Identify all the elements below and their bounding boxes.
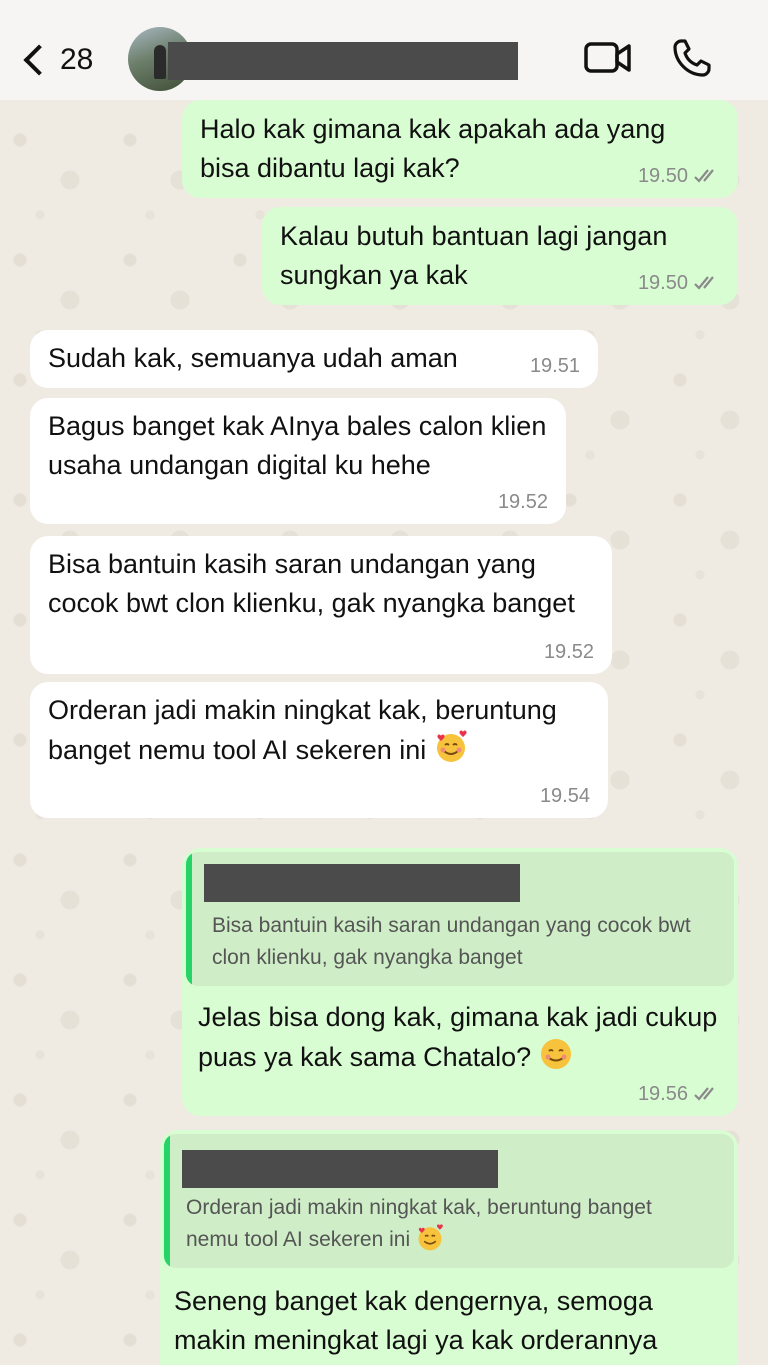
smiling-face-with-hearts-emoji (418, 1224, 443, 1251)
message-meta: 19.50 (638, 164, 720, 188)
message-text: Jelas bisa dong kak, gimana kak jadi cuk… (198, 998, 722, 1077)
message-text-body: Jelas bisa dong kak, gimana kak jadi cuk… (198, 1002, 718, 1072)
message-bubble-incoming[interactable]: Orderan jadi makin ningkat kak, beruntun… (30, 682, 608, 818)
chevron-left-icon (23, 44, 55, 76)
message-bubble-incoming[interactable]: Bagus banget kak AInya bales calon klien… (30, 398, 566, 524)
quote-accent-bar (164, 1134, 170, 1268)
message-time: 19.54 (539, 785, 590, 807)
message-bubble-incoming[interactable]: Bisa bantuin kasih saran undangan yang c… (30, 536, 612, 674)
smiling-face-with-hearts-emoji (436, 730, 467, 762)
message-meta: 19.52 (544, 640, 594, 664)
quoted-text: Bisa bantuin kasih saran undangan yang c… (212, 914, 691, 969)
message-time: 19.51 (529, 355, 580, 377)
message-bubble-outgoing[interactable]: Kalau butuh bantuan lagi jangan sungkan … (262, 207, 738, 305)
unread-count: 28 (60, 43, 94, 76)
message-text: Seneng banget kak dengernya, semoga maki… (174, 1286, 658, 1355)
message-meta: 19.51 (530, 354, 580, 378)
contact-name[interactable] (168, 42, 518, 80)
double-check-icon (694, 276, 714, 290)
message-meta: 19.56 (638, 1082, 720, 1106)
quoted-sender-name (182, 1150, 498, 1188)
message-meta: 19.54 (540, 784, 590, 808)
phone-icon[interactable] (672, 38, 712, 78)
chat-header: 28 (0, 0, 768, 100)
smiling-face-emoji (540, 1039, 571, 1069)
message-bubble-outgoing-reply[interactable]: Orderan jadi makin ningkat kak, beruntun… (160, 1130, 738, 1365)
message-meta: 19.50 (638, 271, 720, 295)
message-time: 19.52 (497, 491, 548, 513)
message-time: 19.52 (543, 641, 594, 663)
message-text-body: Orderan jadi makin ningkat kak, beruntun… (48, 695, 557, 765)
message-time: 19.50 (637, 165, 688, 187)
quoted-message[interactable]: Bisa bantuin kasih saran undangan yang c… (186, 852, 734, 986)
message-time: 19.50 (637, 272, 688, 294)
quote-accent-bar (186, 852, 192, 986)
message-meta: 19.52 (498, 490, 548, 514)
message-text: Bisa bantuin kasih saran undangan yang c… (48, 549, 575, 618)
message-text: Bagus banget kak AInya bales calon klien… (48, 411, 547, 480)
message-bubble-incoming[interactable]: Sudah kak, semuanya udah aman 19.51 (30, 330, 598, 388)
double-check-icon (694, 169, 714, 183)
quoted-sender-name (204, 864, 520, 902)
message-bubble-outgoing[interactable]: Halo kak gimana kak apakah ada yang bisa… (182, 100, 738, 198)
message-text: Orderan jadi makin ningkat kak, beruntun… (48, 691, 590, 770)
quoted-text: Orderan jadi makin ningkat kak, beruntun… (186, 1192, 686, 1256)
message-text: Sudah kak, semuanya udah aman (48, 343, 458, 373)
quoted-message[interactable]: Orderan jadi makin ningkat kak, beruntun… (164, 1134, 734, 1268)
back-button[interactable]: 28 (18, 38, 108, 82)
video-call-icon[interactable] (584, 40, 632, 76)
message-time: 19.56 (637, 1083, 688, 1105)
message-bubble-outgoing-reply[interactable]: Bisa bantuin kasih saran undangan yang c… (182, 848, 738, 1116)
double-check-icon (694, 1087, 714, 1101)
